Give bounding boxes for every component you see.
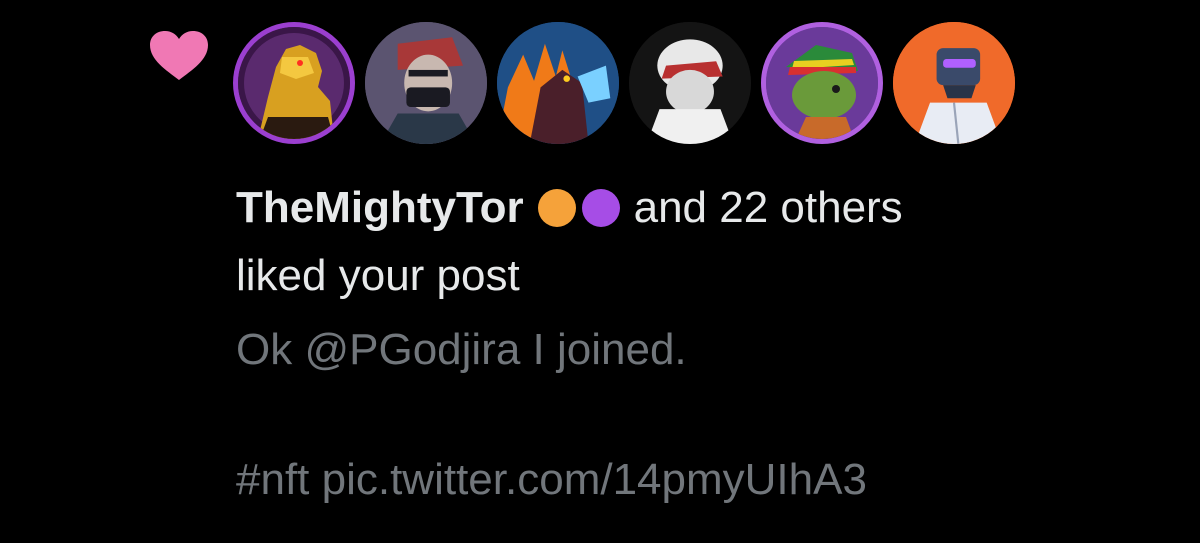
avatar-masked-man[interactable]: [365, 22, 487, 144]
avatar-green-frog[interactable]: [761, 22, 883, 144]
avatar-robot-orange[interactable]: [893, 22, 1015, 144]
heart-icon: [150, 31, 208, 80]
orange-circle-emoji: [537, 189, 576, 227]
notification-action: liked your post: [236, 251, 520, 300]
others-count-link[interactable]: and 22 others: [634, 178, 903, 238]
avatar-gold-godzilla[interactable]: [233, 22, 355, 144]
user-name-link[interactable]: TheMightyTor: [236, 178, 524, 238]
purple-circle-emoji: [581, 189, 620, 227]
post-text-line1: Ok @PGodjira I joined.: [236, 325, 687, 374]
avatar-white-hood[interactable]: [629, 22, 751, 144]
post-text-line2: #nft pic.twitter.com/14pmyUIhA3: [236, 455, 867, 504]
post-preview[interactable]: Ok @PGodjira I joined. #nft pic.twitter.…: [236, 320, 867, 510]
notification-headline: TheMightyTor and 22 others: [236, 178, 903, 238]
avatar-kaiju-fire[interactable]: [497, 22, 619, 144]
liker-avatars: [233, 22, 1015, 144]
